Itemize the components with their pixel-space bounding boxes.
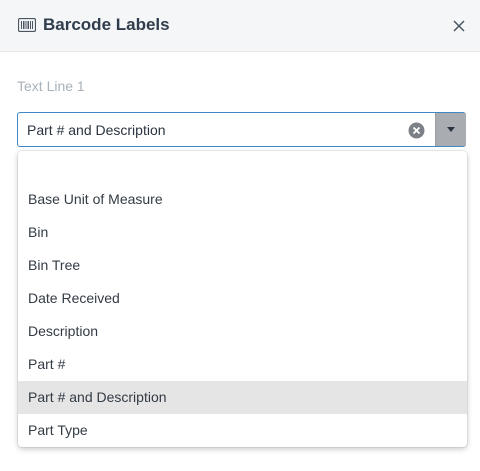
option-bin-tree[interactable]: Bin Tree	[18, 249, 467, 282]
close-icon	[453, 20, 465, 32]
option-bin[interactable]: Bin	[18, 216, 467, 249]
caret-down-icon	[447, 127, 455, 132]
option-base-unit-of-measure[interactable]: Base Unit of Measure	[18, 183, 467, 216]
barcode-labels-dialog: Barcode Labels Text Line 1 Part # and De…	[0, 0, 480, 471]
close-button[interactable]	[448, 15, 470, 37]
combobox-value[interactable]: Part # and Description	[27, 122, 166, 138]
option-part-type[interactable]: Part Type	[18, 414, 467, 447]
option-part-number[interactable]: Part #	[18, 348, 467, 381]
clear-circle-icon	[408, 122, 425, 139]
text-line-1-label: Text Line 1	[17, 78, 85, 94]
option-date-received[interactable]: Date Received	[18, 282, 467, 315]
text-line-1-combobox[interactable]: Part # and Description	[17, 112, 466, 147]
option-part-number-and-description[interactable]: Part # and Description	[18, 381, 467, 414]
dropdown-toggle-button[interactable]	[435, 113, 466, 146]
option-description[interactable]: Description	[18, 315, 467, 348]
barcode-icon	[18, 18, 36, 32]
dropdown-listbox: Base Unit of Measure Bin Bin Tree Date R…	[18, 151, 467, 447]
dialog-header: Barcode Labels	[0, 0, 480, 52]
clear-button[interactable]	[408, 122, 425, 139]
option-empty[interactable]	[18, 151, 467, 184]
dialog-title: Barcode Labels	[43, 15, 170, 34]
